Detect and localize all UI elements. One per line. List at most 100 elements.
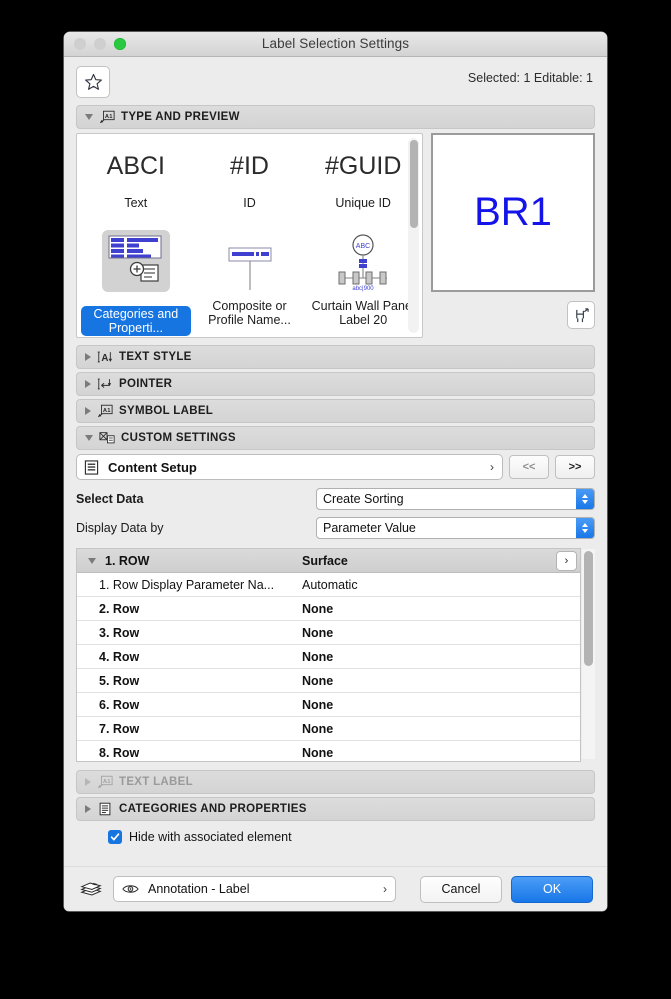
label-type-name-selected: Categories and Properti... [81,306,191,336]
label-type-item-curtain-wall-panel-label-20[interactable]: ABC abc|900 Curtain Wall Panel Label 20 [306,216,420,336]
hide-with-associated-element-label: Hide with associated element [129,830,292,844]
hide-with-associated-element-row[interactable]: Hide with associated element [76,830,595,844]
row-name: 2. Row [99,601,140,616]
checkmark-icon [110,833,120,841]
table-row[interactable]: 6. Row None [77,693,580,717]
table-row[interactable]: 5. Row None [77,669,580,693]
section-header-categories-and-properties[interactable]: CATEGORIES AND PROPERTIES [76,797,595,821]
type-and-preview-body: ABCI Text #ID ID #GUID Unique ID Categor… [76,133,595,338]
table-row[interactable]: 1. ROW Surface › [77,549,580,573]
svg-text:ABC: ABC [356,243,370,250]
label-type-icon: A1 [100,110,115,124]
label-type-name: Text [124,196,148,210]
row-name: 1. Row Display Parameter Na... [99,577,275,592]
star-icon [84,73,102,90]
chair-placement-button[interactable] [567,301,595,330]
hide-with-associated-element-checkbox[interactable] [108,830,122,844]
select-data-label: Select Data [76,492,144,506]
label-type-row-2: Categories and Properti... Composite or … [77,210,422,336]
content-setup-button[interactable]: Content Setup › [76,454,503,480]
table-row[interactable]: 4. Row None [77,645,580,669]
type-grid-scrollbar[interactable] [408,138,419,333]
label-type-grid[interactable]: ABCI Text #ID ID #GUID Unique ID Categor… [76,133,423,338]
chevron-right-icon [85,805,91,813]
row-value: None [302,697,334,712]
content-setup-label: Content Setup [108,459,197,475]
select-data-value: Create Sorting [323,492,404,506]
label-type-item-unique-id[interactable]: #GUID Unique ID [306,140,420,211]
table-row[interactable]: 7. Row None [77,717,580,741]
section-header-text-label[interactable]: A1 TEXT LABEL [76,770,595,794]
favorites-button[interactable] [76,66,110,98]
label-type-item-composite-or-profile-name[interactable]: Composite or Profile Name... [193,216,307,336]
row-value: None [302,673,334,688]
window-controls [74,38,126,50]
section-header-pointer[interactable]: POINTER [76,372,595,396]
row-name: 6. Row [99,697,140,712]
chevron-right-icon: › [490,460,494,474]
section-label: SYMBOL LABEL [119,405,214,417]
dropdown-stepper-icon[interactable] [576,518,594,538]
cancel-button[interactable]: Cancel [420,875,502,903]
section-label: TYPE AND PREVIEW [121,111,240,123]
minimize-button[interactable] [94,38,106,50]
thumbnail-selected-bg [101,230,170,292]
svg-text:A1: A1 [105,114,113,120]
label-type-row-1: ABCI Text #ID ID #GUID Unique ID [77,134,422,211]
svg-text:A1: A1 [103,408,111,414]
chevron-right-icon [85,353,91,361]
section-label: POINTER [119,378,173,390]
section-header-symbol-label[interactable]: A1 SYMBOL LABEL [76,399,595,423]
rows-table[interactable]: 1. ROW Surface › 1. Row Display Paramete… [76,548,595,762]
next-button[interactable]: >> [555,455,595,479]
label-preview-panel: BR1 [431,133,595,338]
table-row[interactable]: 3. Row None [77,621,580,645]
table-row[interactable]: 8. Row None [77,741,580,761]
label-type-name: Curtain Wall Panel Label 20 [311,299,415,327]
row-value: Automatic [302,577,358,592]
guid-label-icon: #GUID [324,151,402,180]
row-detail-button[interactable]: › [556,551,577,571]
layer-selector-button[interactable]: Annotation - Label › [113,876,396,902]
composite-profile-icon [228,247,271,290]
symbol-label-icon: A1 [98,775,113,789]
row-name: 8. Row [99,745,140,760]
section-label: TEXT LABEL [119,776,193,788]
close-button[interactable] [74,38,86,50]
custom-settings-icon [99,432,115,444]
section-label: TEXT STYLE [119,351,192,363]
display-data-by-label: Display Data by [76,521,164,535]
label-type-name: ID [243,196,256,210]
label-preview-box: BR1 [431,133,595,293]
chevron-right-icon: › [383,882,387,896]
table-row[interactable]: 2. Row None [77,597,580,621]
label-type-item-text[interactable]: ABCI Text [79,140,193,211]
select-data-row: Select Data Create Sorting [76,488,595,510]
table-row[interactable]: 1. Row Display Parameter Na... Automatic [77,573,580,597]
chevron-down-icon[interactable] [88,558,96,564]
chevron-right-icon [85,778,91,786]
select-data-dropdown[interactable]: Create Sorting [316,488,595,510]
symbol-label-icon: A1 [98,404,113,418]
row-value: None [302,601,334,616]
row-value: None [302,721,334,736]
section-header-type-and-preview[interactable]: A1 TYPE AND PREVIEW [76,105,595,129]
list-document-icon [99,802,111,816]
label-type-item-categories-and-properties[interactable]: Categories and Properti... [79,216,193,336]
rows-table-wrapper: 1. ROW Surface › 1. Row Display Paramete… [76,548,595,762]
scrollbar-thumb[interactable] [409,140,418,228]
layer-value: Annotation - Label [148,882,250,896]
maximize-button[interactable] [114,38,126,50]
row-value: None [302,625,334,640]
list-document-icon [84,459,99,475]
section-header-custom-settings[interactable]: CUSTOM SETTINGS [76,426,595,450]
row-name: 7. Row [99,721,140,736]
preview-text: BR1 [474,190,552,235]
display-data-by-dropdown[interactable]: Parameter Value [316,517,595,539]
layers-icon[interactable] [78,878,104,900]
dropdown-stepper-icon[interactable] [576,489,594,509]
label-type-item-id[interactable]: #ID ID [193,140,307,211]
ok-button[interactable]: OK [511,875,593,903]
section-header-text-style[interactable]: A TEXT STYLE [76,345,595,369]
previous-button[interactable]: << [509,455,549,479]
